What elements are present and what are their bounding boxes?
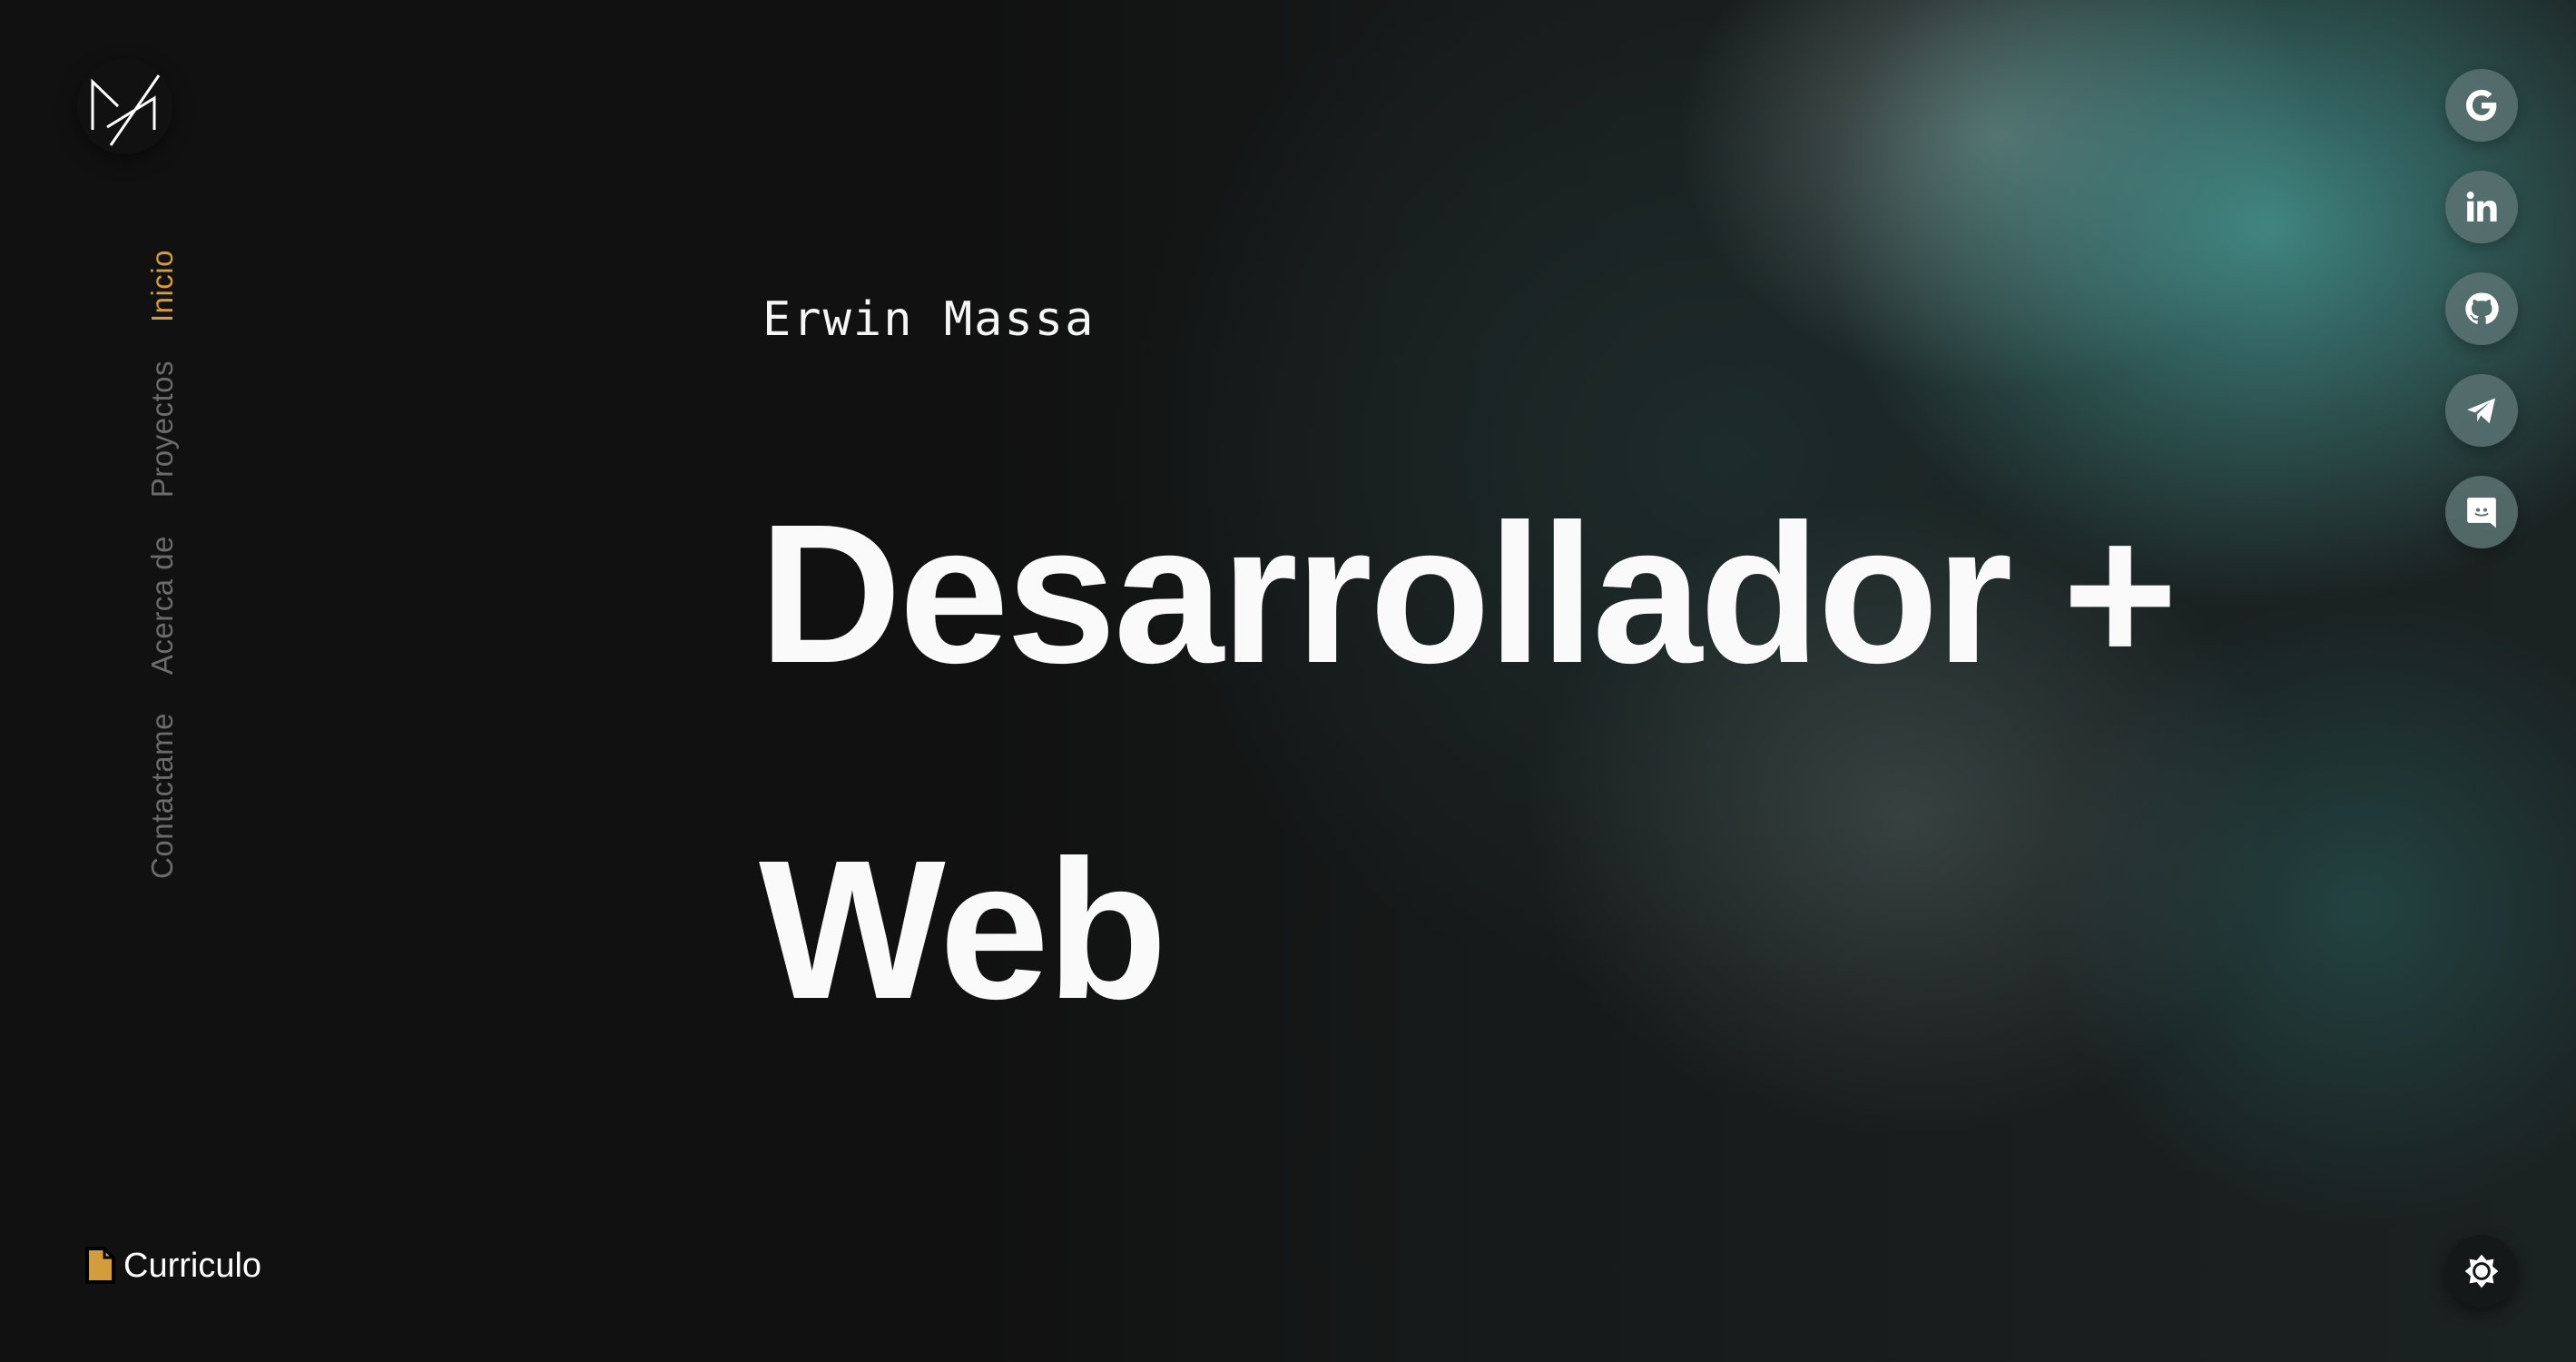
hero-title-line2: Web xyxy=(759,820,1167,1041)
telegram-button[interactable] xyxy=(2445,374,2518,447)
google-icon xyxy=(2466,89,2497,122)
logo-icon xyxy=(91,74,161,146)
theme-toggle-button[interactable] xyxy=(2445,1235,2518,1308)
linkedin-icon xyxy=(2466,192,2497,222)
nav-item-inicio[interactable]: Inicio xyxy=(145,250,180,322)
github-icon xyxy=(2465,292,2499,324)
discord-button[interactable] xyxy=(2445,476,2518,548)
github-button[interactable] xyxy=(2445,272,2518,345)
hero-title: Desarrollador + Web xyxy=(759,427,2178,1099)
sun-icon xyxy=(2464,1254,2499,1288)
nav-item-acerca-de[interactable]: Acerca de xyxy=(145,536,180,675)
resume-link[interactable]: Curriculo xyxy=(84,1246,261,1286)
hero-title-line1: Desarrollador + xyxy=(759,484,2178,705)
nav-item-contactame[interactable]: Contactame xyxy=(145,713,180,879)
resume-label: Curriculo xyxy=(123,1246,262,1285)
social-links xyxy=(2445,69,2518,548)
google-button[interactable] xyxy=(2445,69,2518,142)
logo[interactable] xyxy=(77,59,172,154)
nav-item-proyectos[interactable]: Proyectos xyxy=(145,360,180,498)
hero-name: Erwin Massa xyxy=(762,292,1096,347)
linkedin-button[interactable] xyxy=(2445,171,2518,243)
side-nav: Inicio Proyectos Acerca de Contactame xyxy=(145,250,180,879)
telegram-icon xyxy=(2467,398,2496,424)
file-icon xyxy=(85,1247,115,1284)
discord-icon xyxy=(2467,498,2496,528)
